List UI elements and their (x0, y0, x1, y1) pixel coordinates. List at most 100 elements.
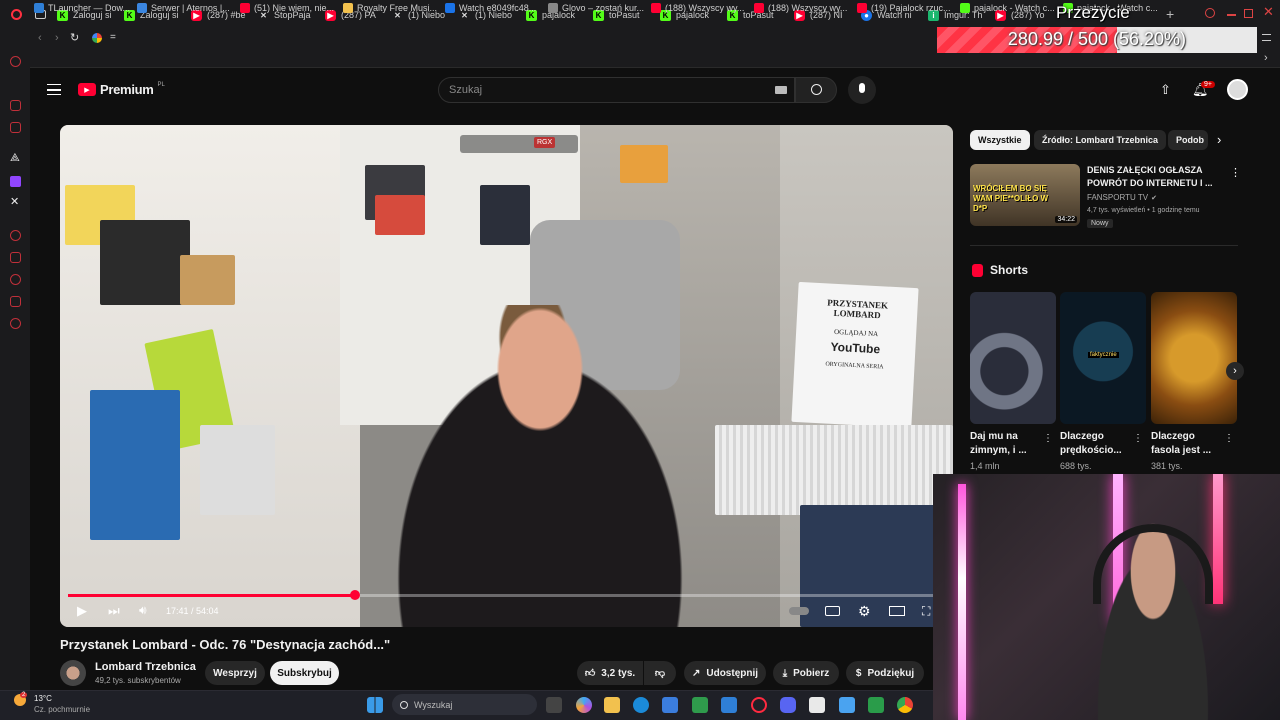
bookmark-item[interactable]: (188) Wszyscy wy... (754, 3, 852, 13)
short-title-3[interactable]: Dlaczego fasola jest ... (1151, 430, 1223, 458)
browser-menu-icon[interactable] (1262, 34, 1271, 41)
play-icon[interactable]: ▶ (77, 603, 87, 619)
bookmark-item[interactable]: (51) Nie wiem, nie... (240, 3, 338, 13)
sidebar-aria-icon[interactable] (10, 56, 21, 67)
like-button[interactable]: 👍︎ 3,2 tys. (577, 661, 643, 685)
search-button[interactable] (795, 77, 837, 103)
bookmark-item[interactable]: pajalock - Watch c... (960, 3, 1058, 13)
keyboard-icon[interactable] (775, 86, 787, 94)
time-display: 17:41 / 54:04 (166, 606, 219, 616)
reload-icon[interactable]: ↻ (70, 31, 79, 44)
short-more-icon-3[interactable]: ⋮ (1224, 433, 1234, 444)
bookmark-label: Royalty Free Musi... (357, 3, 438, 13)
chip-all[interactable]: Wszystkie (970, 130, 1030, 150)
avatar[interactable] (1227, 79, 1248, 100)
short-more-icon-2[interactable]: ⋮ (1133, 433, 1143, 444)
sidebar-messenger-icon[interactable] (10, 100, 21, 111)
opera-logo-icon[interactable] (11, 9, 22, 20)
autoplay-toggle[interactable] (789, 607, 809, 615)
close-window-icon[interactable]: ✕ (1263, 4, 1274, 20)
upload-icon[interactable]: ⇧ (1160, 82, 1171, 98)
video-player[interactable]: PRZYSTANEK LOMBARD OGLĄDAJ NA YouTube OR… (60, 125, 953, 627)
bookmark-item[interactable]: Royalty Free Musi... (343, 3, 441, 13)
recommended-video-title[interactable]: DENIS ZAŁĘCKI OGŁASZA POWRÓT DO INTERNET… (1087, 164, 1222, 190)
chip-similar[interactable]: Podob (1168, 130, 1208, 150)
bookmark-item[interactable]: Watch e8049fc48... (445, 3, 543, 13)
share-button[interactable]: ↗ Udostępnij (684, 661, 766, 685)
short-more-icon-1[interactable]: ⋮ (1043, 433, 1053, 444)
store-icon[interactable] (662, 697, 678, 713)
next-icon[interactable]: ⏭ (108, 603, 120, 619)
forward-icon[interactable]: › (55, 32, 59, 44)
chips-next-icon[interactable]: › (1217, 132, 1221, 147)
recommended-more-icon[interactable]: ⋮ (1230, 166, 1241, 179)
fullscreen-icon[interactable]: ⛶ (922, 604, 930, 619)
xbox-icon[interactable] (692, 697, 708, 713)
new-tab-icon[interactable]: + (1166, 6, 1174, 22)
settings-icon[interactable]: ⚙ (858, 603, 871, 620)
edge-icon[interactable] (633, 697, 649, 713)
bookmark-item[interactable]: Serwer | Aternos |... (137, 3, 235, 13)
chrome-icon[interactable] (897, 697, 913, 713)
vscode-icon[interactable] (721, 697, 737, 713)
sidebar-player-icon[interactable] (10, 230, 21, 241)
bookmark-favicon-icon (548, 3, 558, 13)
dislike-button[interactable]: 👎︎ (644, 661, 676, 685)
file-explorer-icon[interactable] (604, 697, 620, 713)
recommended-channel[interactable]: FANSPORTU TV ✔ (1087, 193, 1157, 202)
sidebar-m-icon[interactable] (10, 122, 21, 133)
sidebar-wallet-icon[interactable] (10, 252, 21, 263)
shorts-next-icon[interactable]: › (1226, 362, 1244, 380)
bookmark-label: (51) Nie wiem, nie... (254, 3, 335, 13)
game-icon[interactable] (868, 697, 884, 713)
channel-avatar[interactable] (60, 660, 86, 686)
short-title-2[interactable]: Dlaczego prędkościo... (1060, 430, 1132, 458)
thanks-button[interactable]: $ Podziękuj (846, 661, 924, 685)
short-thumbnail-2[interactable]: faktycznie (1060, 292, 1146, 424)
task-view-icon[interactable] (546, 697, 562, 713)
sidebar-extensions-icon[interactable] (10, 296, 21, 307)
address-bar[interactable]: = (110, 32, 116, 43)
windows-start-icon[interactable] (367, 697, 383, 713)
sidebar-kick-icon[interactable]: ⟁ (10, 152, 20, 165)
bookmark-item[interactable]: TLauncher — Dow... (34, 3, 132, 13)
subtitles-icon[interactable] (825, 606, 840, 616)
weather-temp: 13°C (34, 694, 52, 703)
support-button[interactable]: Wesprzyj (205, 661, 265, 685)
photos-icon[interactable] (839, 697, 855, 713)
recommended-video-thumbnail[interactable]: WRÓCIŁEM BO SIĘ WAM PIE**OLIŁO W D*P 34:… (970, 164, 1080, 226)
sidebar-twitch-icon[interactable] (10, 176, 21, 187)
theater-mode-icon[interactable] (889, 606, 905, 616)
channel-name[interactable]: Lombard Trzebnica (95, 661, 196, 673)
subscribe-button[interactable]: Subskrybuj (270, 661, 339, 685)
volume-icon[interactable]: 🔊︎ (139, 603, 147, 618)
search-input[interactable]: Szukaj (438, 77, 795, 103)
search-tabs-icon[interactable] (1205, 8, 1215, 18)
bookmark-item[interactable]: (19) Pajalock rzuc... (857, 3, 955, 13)
bookmark-item[interactable]: (188) Wszyscy wy... (651, 3, 749, 13)
youtube-logo[interactable]: ▶ Premium PL (78, 82, 165, 97)
bookmarks-more-icon[interactable]: › (1264, 52, 1268, 64)
copilot-icon[interactable] (576, 697, 592, 713)
notepad-icon[interactable] (809, 697, 825, 713)
discord-icon[interactable] (780, 697, 796, 713)
short-thumbnail-1[interactable] (970, 292, 1056, 424)
minimize-icon[interactable] (1227, 14, 1236, 16)
voice-search-button[interactable] (848, 76, 876, 104)
short-title-1[interactable]: Daj mu na zimnym, i ... (970, 430, 1042, 458)
progress-scrubber[interactable] (350, 590, 360, 600)
taskbar-search-input[interactable]: Wyszukaj (392, 694, 537, 715)
bookmark-label: Glovo – zostań kur... (562, 3, 645, 13)
short-thumbnail-3[interactable] (1151, 292, 1237, 424)
sidebar-history-icon[interactable] (10, 274, 21, 285)
opera-taskbar-icon[interactable] (751, 697, 767, 713)
download-button[interactable]: ⤓ Pobierz (773, 661, 839, 685)
maximize-icon[interactable] (1244, 9, 1253, 18)
back-icon[interactable]: ‹ (38, 32, 42, 44)
bookmark-label: (188) Wszyscy wy... (665, 3, 745, 13)
sidebar-x-icon[interactable]: ✕ (10, 195, 19, 208)
chip-source[interactable]: Źródło: Lombard Trzebnica (1034, 130, 1167, 150)
bookmark-item[interactable]: Glovo – zostań kur... (548, 3, 646, 13)
overlay-badge[interactable]: RGX (534, 137, 556, 148)
sidebar-settings-icon[interactable] (10, 318, 21, 329)
